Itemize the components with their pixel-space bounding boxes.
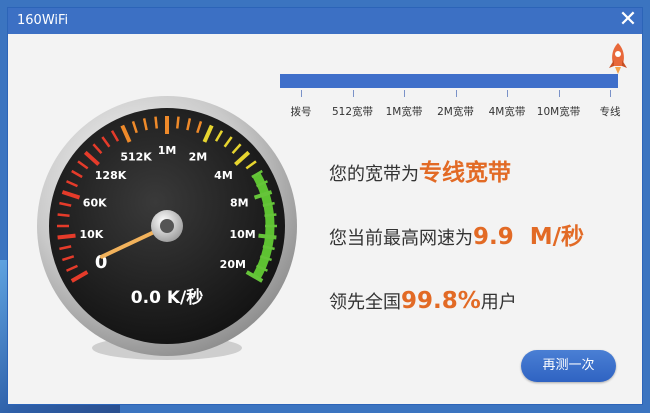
scale-label: 10M宽带 xyxy=(536,106,581,118)
scale-tick xyxy=(558,90,560,97)
bandwidth-scale-labels: 拨号 512宽带 1M宽带 2M宽带 4M宽带 10M宽带 专线 xyxy=(270,104,640,122)
max-speed-line: 您当前最高网速为9.9 M/秒 xyxy=(329,217,584,251)
broadband-type-line: 您的宽带为专线宽带 xyxy=(329,153,511,187)
ranking-prefix: 领先全国 xyxy=(329,292,401,313)
gauge-tick xyxy=(57,213,70,217)
gauge-tick xyxy=(176,116,180,129)
gauge-label: 1M xyxy=(158,144,177,157)
bandwidth-scale-ticks xyxy=(270,90,640,98)
gauge-tick xyxy=(154,116,158,129)
scale-tick xyxy=(455,90,457,97)
gauge-tick xyxy=(258,233,277,240)
gauge-label: 2M xyxy=(189,151,208,164)
rocket-icon xyxy=(609,43,627,74)
ranking-line: 领先全国99.8%用户 xyxy=(329,288,517,314)
scale-tick xyxy=(301,90,302,97)
gauge-label: 8M xyxy=(230,197,249,210)
scale-label: 拨号 xyxy=(290,106,312,118)
bandwidth-scale-bar xyxy=(280,74,618,88)
scale-tick xyxy=(352,90,354,97)
close-button[interactable]: ✕ xyxy=(614,8,642,34)
gauge-label: 60K xyxy=(83,197,107,210)
gauge-tick xyxy=(57,233,76,240)
broadband-type-value: 专线宽带 xyxy=(419,160,511,186)
max-speed-label: 您当前最高网速为 xyxy=(329,228,473,249)
title-bar: 160WiFi ✕ xyxy=(8,8,642,34)
gauge-label: 10M xyxy=(229,228,255,241)
gauge-speed-readout: 0.0 K/秒 xyxy=(131,287,203,308)
window-title: 160WiFi xyxy=(17,13,69,28)
broadband-type-label: 您的宽带为 xyxy=(329,164,419,185)
scale-label: 4M宽带 xyxy=(488,106,526,118)
scale-label: 2M宽带 xyxy=(437,106,474,118)
scale-label: 1M宽带 xyxy=(385,106,423,118)
gauge-label: 10K xyxy=(79,228,103,241)
scale-tick xyxy=(404,90,405,97)
ranking-suffix: 用户 xyxy=(480,292,517,313)
speed-gauge: 010K60K128K512K1M2M4M8M10M20M 0.0 K/秒 xyxy=(37,96,297,360)
max-speed-value: 9.9 M/秒 xyxy=(473,224,585,250)
scale-label: 512宽带 xyxy=(331,106,374,118)
gauge-tick xyxy=(264,213,277,217)
gauge-hub-center xyxy=(160,219,174,233)
scale-tick xyxy=(507,90,508,97)
retest-button[interactable]: 再测一次 xyxy=(521,350,616,382)
gauge-label: 128K xyxy=(95,169,127,182)
gauge-label: 4M xyxy=(214,169,233,182)
gauge-label: 20M xyxy=(220,258,246,271)
scale-tick xyxy=(610,90,611,97)
ranking-value: 99.8% xyxy=(401,288,481,314)
gauge-label: 512K xyxy=(120,151,152,164)
scale-label: 专线 xyxy=(599,106,621,118)
